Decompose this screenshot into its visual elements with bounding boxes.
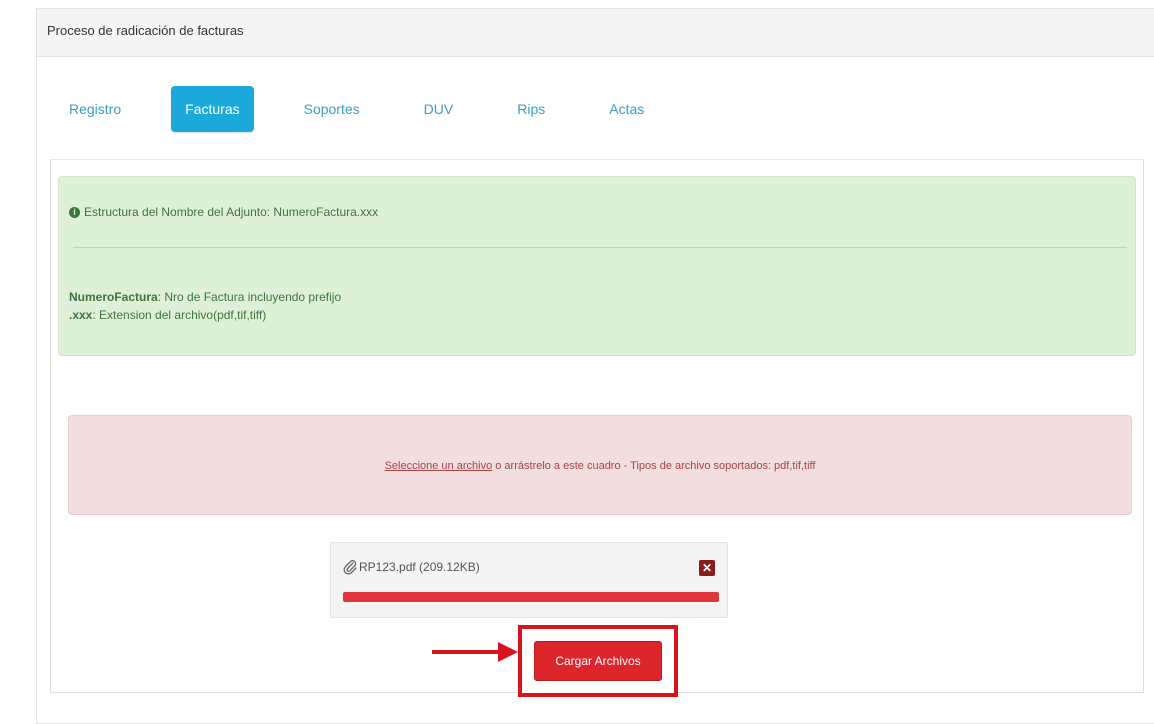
info-alert-title: i Estructura del Nombre del Adjunto: Num… — [69, 205, 378, 219]
tab-facturas[interactable]: Facturas — [171, 86, 254, 132]
paperclip-icon — [343, 560, 357, 575]
info-line1-text: : Nro de Factura incluyendo prefijo — [157, 290, 342, 304]
dropzone-text: o arrástrelo a este cuadro - Tipos de ar… — [492, 460, 816, 472]
divider — [73, 247, 1127, 248]
panel: Proceso de radicación de facturas Regist… — [36, 8, 1154, 724]
file-name-text: RP123.pdf (209.12KB) — [359, 560, 480, 574]
arrow-right-icon — [432, 642, 518, 662]
upload-files-button[interactable]: Cargar Archivos — [534, 641, 662, 681]
file-preview: RP123.pdf (209.12KB) ✕ — [330, 542, 728, 618]
info-line1-key: NumeroFactura — [69, 290, 158, 304]
upload-progress-fill — [343, 592, 719, 602]
info-title-text: Estructura del Nombre del Adjunto: Numer… — [84, 205, 379, 219]
upload-progress-bar — [343, 592, 719, 602]
info-alert: i Estructura del Nombre del Adjunto: Num… — [58, 176, 1136, 356]
file-dropzone[interactable]: Seleccione un archivo o arrástrelo a est… — [68, 415, 1132, 515]
select-file-link[interactable]: Seleccione un archivo — [385, 460, 493, 472]
tab-registro[interactable]: Registro — [55, 86, 135, 132]
tab-content: i Estructura del Nombre del Adjunto: Num… — [50, 159, 1144, 697]
info-line-extension: .xxx: Extension del archivo(pdf,tif,tiff… — [69, 308, 266, 322]
panel-heading: Proceso de radicación de facturas — [37, 9, 1154, 57]
tab-actas[interactable]: Actas — [595, 86, 658, 132]
close-box-icon[interactable]: ✕ — [699, 560, 715, 576]
file-name: RP123.pdf (209.12KB) — [343, 559, 480, 575]
tab-bar: Registro Facturas Soportes DUV Rips Acta… — [55, 81, 694, 137]
upload-button-highlight: Cargar Archivos — [518, 625, 678, 697]
info-line2-key: .xxx — [69, 308, 93, 322]
info-circle-icon: i — [69, 206, 80, 218]
tab-duv[interactable]: DUV — [410, 86, 468, 132]
tab-soportes[interactable]: Soportes — [290, 86, 374, 132]
tab-rips[interactable]: Rips — [503, 86, 559, 132]
info-line2-text: : Extension del archivo(pdf,tif,tiff) — [92, 308, 267, 322]
info-line-number: NumeroFactura: Nro de Factura incluyendo… — [69, 290, 341, 304]
